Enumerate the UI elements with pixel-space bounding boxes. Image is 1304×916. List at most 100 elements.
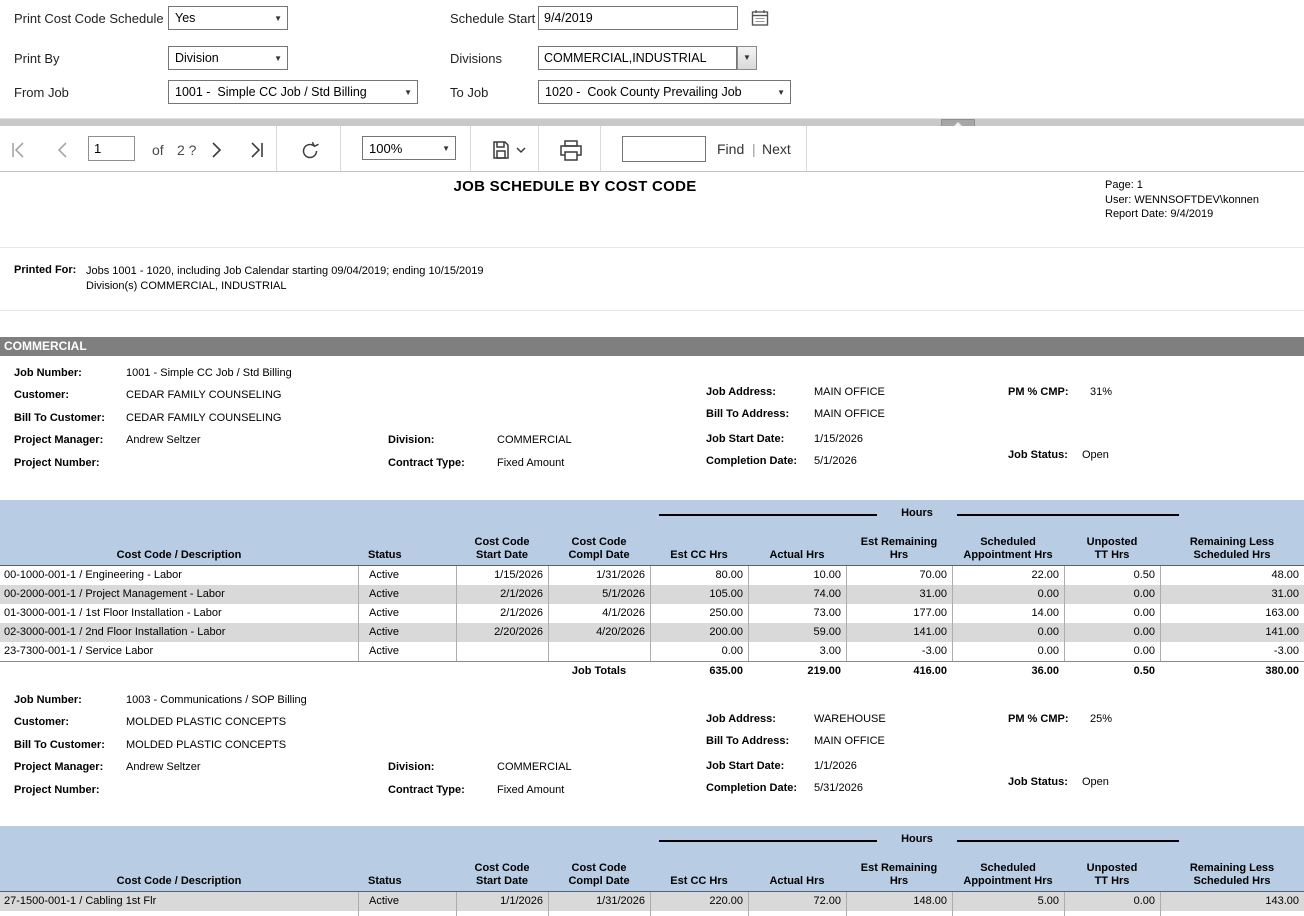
table-cell: 80.00 (650, 566, 748, 585)
previous-page-button[interactable] (52, 139, 74, 161)
divisions-input[interactable]: COMMERCIAL,INDUSTRIAL (538, 46, 737, 70)
table-row: 02-3000-001-1 / 2nd Floor Installation -… (0, 623, 1304, 642)
table-cell: 1/1/2026 (456, 892, 548, 911)
project-manager-label: Project Manager: (14, 434, 103, 446)
pm-pct-cmp-value: 25% (1090, 713, 1112, 725)
export-save-button[interactable] (490, 139, 532, 161)
next-page-button[interactable] (205, 139, 227, 161)
column-header: Est Remaining Hrs (846, 536, 952, 565)
table-cell: Active (358, 623, 456, 642)
table-cell: -3.00 (846, 642, 952, 661)
print-by-select[interactable]: Division ▼ (168, 46, 288, 70)
job-totals-cell: 219.00 (748, 662, 846, 681)
table-cell: 0.00 (1064, 642, 1160, 661)
division-value: COMMERCIAL (497, 761, 572, 773)
job-number-value: 1003 - Communications / SOP Billing (126, 694, 307, 706)
table-row: 00-2000-001-1 / Project Management - Lab… (0, 585, 1304, 604)
table-cell: Active (358, 566, 456, 585)
table-cell: 31.00 (846, 585, 952, 604)
toolbar-separator (806, 126, 807, 171)
toolbar-separator (340, 126, 341, 171)
column-header: Remaining Less Scheduled Hrs (1160, 536, 1304, 565)
table-cell: 148.00 (846, 892, 952, 911)
cost-code-table-header: Hours Cost Code / DescriptionStatusCost … (0, 500, 1304, 566)
chevron-down-icon: ▼ (404, 88, 412, 97)
table-cell (1064, 911, 1160, 916)
last-page-button[interactable] (245, 139, 267, 161)
to-job-select[interactable]: 1020 - Cook County Prevailing Job ▼ (538, 80, 791, 104)
job-status-value: Open (1082, 449, 1109, 461)
from-job-select[interactable]: 1001 - Simple CC Job / Std Billing ▼ (168, 80, 418, 104)
schedule-start-input[interactable] (538, 6, 738, 30)
bill-to-address-label: Bill To Address: (706, 735, 789, 747)
table-cell: 72.00 (748, 892, 846, 911)
bill-to-customer-value: MOLDED PLASTIC CONCEPTS (126, 739, 286, 751)
find-button[interactable]: Find (717, 141, 744, 157)
column-header: Est CC Hrs (650, 875, 748, 891)
column-header: Scheduled Appointment Hrs (952, 536, 1064, 565)
calendar-icon[interactable] (750, 8, 770, 28)
project-manager-label: Project Manager: (14, 761, 103, 773)
table-cell: Active (358, 892, 456, 911)
column-header: Cost Code Start Date (456, 536, 548, 565)
report-page-info: Page: 1 User: WENNSOFTDEV\konnen Report … (1105, 178, 1259, 222)
page-number-info: Page: 1 (1105, 178, 1259, 193)
schedule-start-label: Schedule Start (450, 11, 535, 26)
report-date-info: Report Date: 9/4/2019 (1105, 207, 1259, 222)
print-cost-code-schedule-select[interactable]: Yes ▼ (168, 6, 288, 30)
print-button[interactable] (558, 139, 584, 161)
user-info: User: WENNSOFTDEV\konnen (1105, 193, 1259, 208)
refresh-button[interactable] (298, 139, 320, 161)
contract-type-value: Fixed Amount (497, 457, 564, 469)
customer-label: Customer: (14, 389, 69, 401)
table-cell: 48.00 (1160, 566, 1304, 585)
hours-group-rule (659, 514, 877, 516)
cost-code-table-body: 00-1000-001-1 / Engineering - LaborActiv… (0, 566, 1304, 661)
bill-to-address-label: Bill To Address: (706, 408, 789, 420)
table-cell (952, 911, 1064, 916)
toolbar-separator (600, 126, 601, 171)
column-header: Cost Code / Description (0, 549, 358, 565)
job-number-value: 1001 - Simple CC Job / Std Billing (126, 367, 292, 379)
job-totals-cell: 416.00 (846, 662, 952, 681)
job-start-date-label: Job Start Date: (706, 760, 784, 772)
find-next-button[interactable]: Next (762, 141, 791, 157)
table-cell: 02-3000-001-1 / 2nd Floor Installation -… (0, 623, 358, 642)
hours-group-label: Hours (880, 507, 954, 519)
first-page-button[interactable] (8, 139, 30, 161)
completion-date-value: 5/1/2026 (814, 455, 857, 467)
hours-group-rule (957, 514, 1179, 516)
table-cell: 0.00 (650, 642, 748, 661)
find-text-input[interactable] (622, 136, 706, 162)
report-title: JOB SCHEDULE BY COST CODE (0, 178, 1150, 195)
panel-splitter[interactable] (0, 118, 1304, 126)
table-cell (358, 911, 456, 916)
chevron-down-icon: ▼ (274, 54, 282, 63)
hours-group-label: Hours (880, 833, 954, 845)
column-header: Est Remaining Hrs (846, 862, 952, 891)
table-cell (548, 642, 650, 661)
job-address-value: MAIN OFFICE (814, 386, 885, 398)
column-header: Cost Code Compl Date (548, 862, 650, 891)
table-cell: 2/20/2026 (456, 623, 548, 642)
contract-type-label: Contract Type: (388, 457, 465, 469)
table-cell: Active (358, 604, 456, 623)
table-cell: 00-1000-001-1 / Engineering - Labor (0, 566, 358, 585)
table-cell: 143.00 (1160, 892, 1304, 911)
zoom-select[interactable]: 100% ▼ (362, 136, 456, 160)
table-cell: 27-1500-001-1 / Cabling 1st Flr (0, 892, 358, 911)
page-number-input[interactable] (88, 136, 135, 161)
divisions-dropdown-button[interactable]: ▼ (737, 46, 757, 70)
table-cell: 2/1/2026 (456, 604, 548, 623)
table-cell (748, 911, 846, 916)
table-cell: 22.00 (952, 566, 1064, 585)
table-cell: 70.00 (846, 566, 952, 585)
customer-value: CEDAR FAMILY COUNSELING (126, 389, 281, 401)
table-cell: 1/31/2026 (548, 892, 650, 911)
table-row: 27-1500-001-1 / Cabling 1st FlrActive1/1… (0, 892, 1304, 911)
table-cell: 4/20/2026 (548, 623, 650, 642)
table-cell: 14.00 (952, 604, 1064, 623)
table-row: 01-3000-001-1 / 1st Floor Installation -… (0, 604, 1304, 623)
table-cell: 0.00 (1064, 585, 1160, 604)
toolbar-separator (276, 126, 277, 171)
